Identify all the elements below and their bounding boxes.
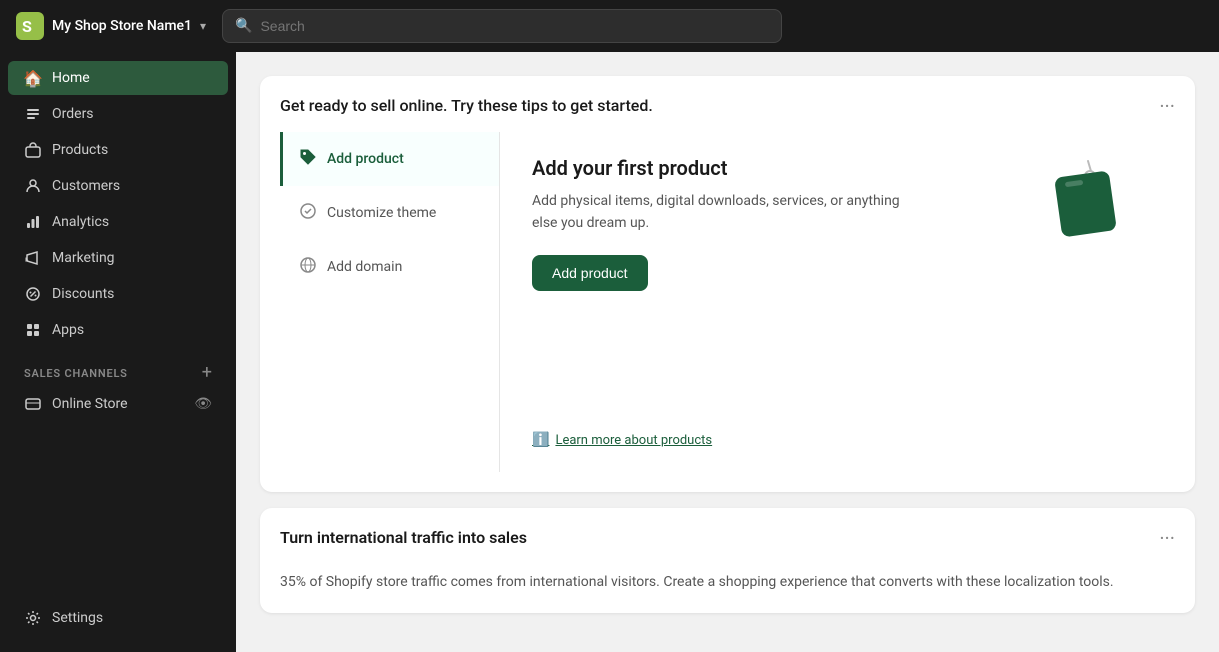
tip-detail-desc: Add physical items, digital downloads, s… <box>532 190 912 235</box>
sidebar-item-settings[interactable]: Settings <box>8 601 228 635</box>
orders-icon <box>24 105 42 123</box>
sidebar-item-label: Settings <box>52 610 103 626</box>
analytics-icon <box>24 213 42 231</box>
tip-detail-header: Add your first product Add physical item… <box>532 156 1143 291</box>
tips-layout: Add product Customize theme Add domain <box>280 132 1175 472</box>
sidebar-item-home[interactable]: 🏠 Home <box>8 61 228 95</box>
tips-list: Add product Customize theme Add domain <box>280 132 500 472</box>
store-name: My Shop Store Name1 <box>52 18 192 34</box>
card2-title: Turn international traffic into sales <box>280 528 527 547</box>
sales-channels-label: SALES CHANNELS <box>24 367 128 380</box>
search-bar[interactable]: 🔍 <box>222 9 782 43</box>
sidebar-item-label: Home <box>52 70 90 86</box>
domain-icon <box>299 256 317 278</box>
customers-icon <box>24 177 42 195</box>
search-input[interactable] <box>260 18 769 34</box>
sidebar-item-label: Analytics <box>52 214 109 230</box>
tip-item-customize-theme[interactable]: Customize theme <box>280 186 499 240</box>
card2-header: Turn international traffic into sales ··… <box>280 528 1175 555</box>
sidebar-item-marketing[interactable]: Marketing <box>8 241 228 275</box>
tip-label: Add domain <box>327 259 402 275</box>
tip-detail: Add your first product Add physical item… <box>500 132 1175 472</box>
dropdown-icon[interactable]: ▾ <box>200 19 206 33</box>
tag-svg-illustration <box>1033 156 1133 266</box>
card2-description: 35% of Shopify store traffic comes from … <box>280 571 1175 593</box>
main-content: Get ready to sell online. Try these tips… <box>236 52 1219 652</box>
tip-item-add-product[interactable]: Add product <box>280 132 499 186</box>
card-title: Get ready to sell online. Try these tips… <box>280 96 653 115</box>
learn-more-link[interactable]: ℹ️ Learn more about products <box>532 420 1143 448</box>
tip-detail-content: Add your first product Add physical item… <box>532 156 912 291</box>
sidebar-item-customers[interactable]: Customers <box>8 169 228 203</box>
card2-menu-button[interactable]: ··· <box>1159 528 1175 548</box>
add-product-button[interactable]: Add product <box>532 255 648 291</box>
shopify-logo-icon: S <box>16 12 44 40</box>
main-layout: 🏠 Home Orders Products Customers Anal <box>0 52 1219 652</box>
sidebar-item-orders[interactable]: Orders <box>8 97 228 131</box>
sidebar-item-analytics[interactable]: Analytics <box>8 205 228 239</box>
sidebar-bottom: Settings <box>0 600 236 644</box>
card-menu-button[interactable]: ··· <box>1159 96 1175 116</box>
info-icon: ℹ️ <box>532 432 549 448</box>
sidebar-item-products[interactable]: Products <box>8 133 228 167</box>
home-icon: 🏠 <box>24 69 42 87</box>
sidebar-item-label: Marketing <box>52 250 115 266</box>
tip-item-add-domain[interactable]: Add domain <box>280 240 499 294</box>
getting-started-card: Get ready to sell online. Try these tips… <box>260 76 1195 492</box>
products-icon <box>24 141 42 159</box>
sidebar-item-label: Products <box>52 142 108 158</box>
international-traffic-card: Turn international traffic into sales ··… <box>260 508 1195 613</box>
search-icon: 🔍 <box>235 18 252 34</box>
learn-more-label: Learn more about products <box>555 433 712 448</box>
sidebar-item-apps[interactable]: Apps <box>8 313 228 347</box>
customize-icon <box>299 202 317 224</box>
tip-detail-title: Add your first product <box>532 156 912 180</box>
brand-section[interactable]: S My Shop Store Name1 ▾ <box>16 12 206 40</box>
tip-label: Add product <box>327 151 404 167</box>
online-store-label: Online Store <box>52 396 128 412</box>
discounts-icon <box>24 285 42 303</box>
tip-label: Customize theme <box>327 205 436 221</box>
settings-icon <box>24 609 42 627</box>
sidebar-item-label: Apps <box>52 322 84 338</box>
product-illustration <box>1023 156 1143 266</box>
online-store-icon <box>24 395 42 413</box>
apps-icon <box>24 321 42 339</box>
sidebar-item-discounts[interactable]: Discounts <box>8 277 228 311</box>
card-header: Get ready to sell online. Try these tips… <box>280 96 1175 116</box>
sidebar-item-label: Orders <box>52 106 94 122</box>
add-sales-channel-button[interactable]: + <box>202 364 212 382</box>
sidebar-item-label: Customers <box>52 178 120 194</box>
online-store-left: Online Store <box>24 395 128 413</box>
visibility-icon[interactable]: 👁 <box>194 396 212 412</box>
svg-text:S: S <box>22 17 32 36</box>
tag-icon <box>299 148 317 170</box>
sales-channels-section: SALES CHANNELS + <box>8 352 228 386</box>
marketing-icon <box>24 249 42 267</box>
sidebar-item-online-store[interactable]: Online Store 👁 <box>8 387 228 421</box>
sidebar: 🏠 Home Orders Products Customers Anal <box>0 52 236 652</box>
sidebar-item-label: Discounts <box>52 286 114 302</box>
top-header: S My Shop Store Name1 ▾ 🔍 <box>0 0 1219 52</box>
